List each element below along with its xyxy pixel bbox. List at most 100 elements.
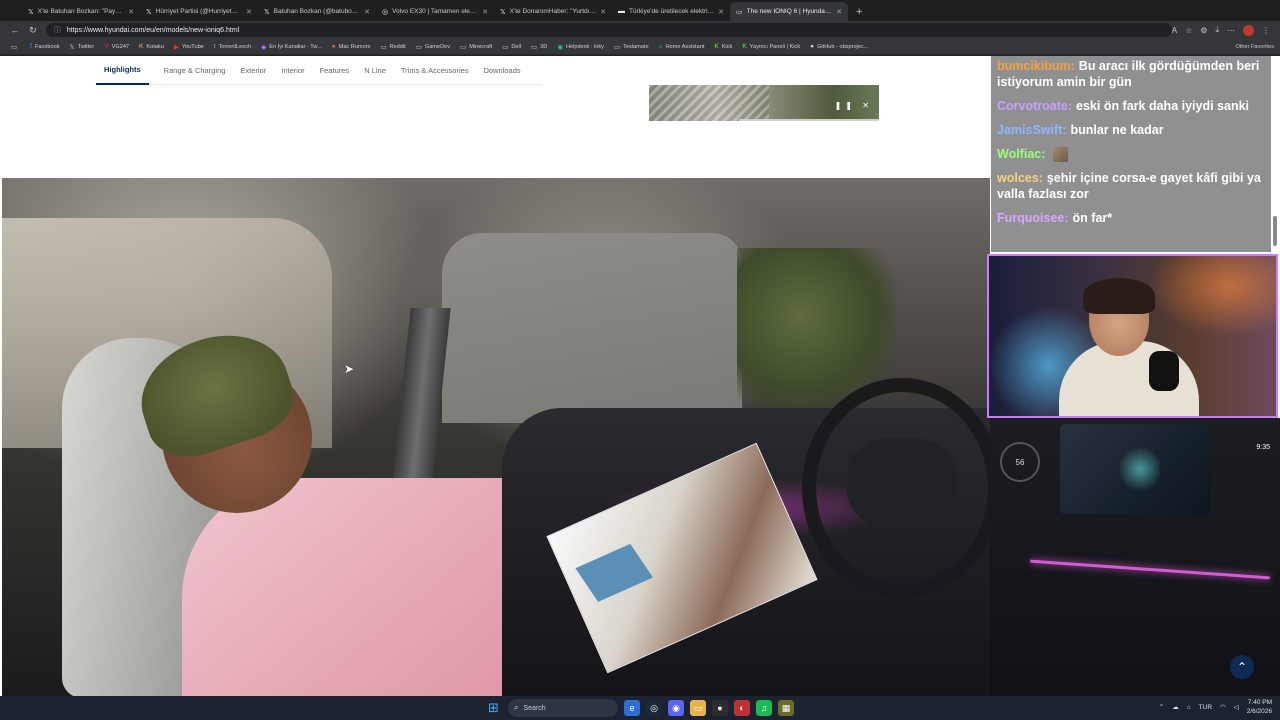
other-favorites[interactable]: Other Favorites — [1235, 44, 1280, 50]
clock[interactable]: 7:40 PM 2/6/2026 — [1247, 698, 1272, 716]
browser-tab-active[interactable]: ▭The new IONIQ 6 | Hyundai Motor...✕ — [730, 2, 848, 21]
bookmark-item[interactable]: K Yayıncı Paneli | Kick — [737, 43, 805, 50]
bookmark-label: 3D — [540, 43, 548, 50]
network-icon[interactable]: ⌂ — [1187, 704, 1191, 711]
tab-features[interactable]: Features — [320, 56, 350, 85]
wifi-icon[interactable]: ◠ — [1220, 703, 1226, 711]
scrollbar-thumb[interactable] — [1273, 216, 1277, 246]
close-icon[interactable]: ✕ — [246, 8, 252, 16]
bookmark-label: Yayıncı Paneli | Kick — [749, 43, 801, 50]
discord-icon[interactable]: ◉ — [668, 700, 684, 716]
helpdesk-icon: ◉ — [557, 43, 563, 51]
minecraft-icon[interactable]: ▦ — [778, 700, 794, 716]
cloud-icon[interactable]: ☁ — [1172, 703, 1179, 711]
file-explorer-icon[interactable]: ▭ — [690, 700, 706, 716]
model-subnav: Highlights Range & Charging Exterior Int… — [96, 56, 542, 85]
chat-username: Furquoisee: — [997, 211, 1069, 226]
folder-icon: ▭ — [460, 43, 467, 51]
back-icon[interactable]: ← — [6, 25, 24, 35]
scroll-to-top-button[interactable]: ⌃ — [1230, 655, 1254, 679]
tab-range-charging[interactable]: Range & Charging — [164, 56, 226, 85]
torrentleech-icon: t — [213, 43, 216, 50]
dashboard-clock: 9:35 — [1256, 444, 1270, 451]
bookmark-item[interactable]: K Kotaku — [134, 43, 169, 50]
taskbar-search[interactable]: ⌕ Search — [508, 699, 618, 717]
chevron-up-icon[interactable]: ⌃ — [1159, 703, 1164, 711]
bookmark-folder[interactable]: ▭ GameDev — [411, 43, 455, 51]
extensions-icon[interactable]: ⚙ — [1200, 26, 1207, 35]
browser-tab[interactable]: 𝕏 X'te DonanımHaber: "Yurtdışı... ✕ — [494, 2, 612, 21]
tab-trims-accessories[interactable]: Trims & Accessories — [401, 56, 469, 85]
close-icon[interactable]: ✕ — [482, 8, 488, 16]
bookmark-item[interactable]: ● Mac Rumors — [327, 43, 376, 50]
bookmark-folder[interactable]: ▭ 3D — [526, 43, 552, 51]
microphone — [1149, 351, 1179, 391]
download-icon[interactable]: ⤓ — [1215, 25, 1219, 35]
infotainment-screen — [1060, 424, 1210, 514]
windows-start-icon[interactable]: ⊞ — [488, 701, 502, 715]
profile-avatar[interactable] — [1243, 24, 1254, 36]
bookmark-label: Facebook — [34, 43, 60, 50]
bookmark-item[interactable]: t TorrentLeech — [209, 43, 256, 50]
tab-n-line[interactable]: N Line — [364, 56, 386, 85]
tab-interior[interactable]: Interior — [281, 56, 304, 85]
menu-icon[interactable]: ⋯ — [1227, 26, 1235, 35]
tab-highlights[interactable]: Highlights — [96, 56, 149, 85]
bookmark-folder[interactable]: ▭ Reddit — [375, 43, 410, 51]
browser-tab[interactable]: ◎Volvo EX30 | Tamamen elektrikli kü... ✕ — [376, 2, 494, 21]
close-icon[interactable]: ✕ — [600, 8, 606, 16]
github-icon: ● — [810, 43, 815, 50]
bookmark-item[interactable]: ⌂ Home Assistant — [654, 43, 710, 50]
reload-icon[interactable]: ↻ — [24, 25, 42, 36]
bookmark-label: Kotaku — [146, 43, 164, 50]
tab-exterior[interactable]: Exterior — [240, 56, 266, 85]
stream-chat: bumcikibum: Bu aracı ilk gördüğümden beri… — [991, 56, 1271, 252]
chat-username: wolces: — [997, 171, 1043, 186]
language-indicator[interactable]: TUR — [1199, 704, 1212, 711]
read-aloud-icon[interactable]: A — [1172, 26, 1177, 35]
volume-icon[interactable]: ◁ — [1234, 703, 1239, 711]
favorite-star-icon[interactable]: ☆ — [1185, 26, 1192, 35]
clock-date: 2/6/2026 — [1246, 708, 1272, 715]
bookmark-folder[interactable]: ▭ Minecraft — [455, 43, 497, 51]
steam-icon[interactable]: ◎ — [646, 700, 662, 716]
x-icon: 𝕏 — [146, 8, 152, 16]
tab-downloads[interactable]: Downloads — [484, 56, 521, 85]
bookmark-item[interactable]: K Kick — [709, 43, 737, 50]
bookmarks-menu-icon[interactable]: ▭ — [6, 43, 25, 51]
bookmark-item[interactable]: ● GitHub - obsprojec... — [805, 43, 873, 50]
site-info-icon[interactable]: ⓘ — [54, 25, 61, 35]
new-tab-button[interactable]: + — [848, 2, 870, 21]
browser-tab[interactable]: 𝕏Batuhan Bozkan (@batubozkan) / X ✕ — [258, 2, 376, 21]
obs-icon[interactable]: ● — [712, 700, 728, 716]
browser-tab[interactable]: 𝕏Hürriyet Partisi (@HurriyetPartiTR) ✕ — [140, 2, 258, 21]
bookmark-folder[interactable]: ▭ Dell — [497, 43, 526, 51]
bookmark-item[interactable]: 𝕏 Twitter — [65, 43, 100, 51]
browser-tab[interactable]: ▬ Türkiye'de üretilecek elektrikli Hyu...… — [612, 2, 730, 21]
page-scrollbar[interactable] — [1271, 56, 1279, 256]
bookmark-item[interactable]: ◆ En İyi Kanallar - Tw... — [256, 43, 326, 51]
tab-title: X'te Batuhan Bozkan: "Paypal, App... — [37, 8, 125, 15]
bookmark-item[interactable]: f Facebook — [25, 43, 64, 50]
taskbar-apps: ⊞ ⌕ Search e ◎ ◉ ▭ ● ◐ ♫ ▦ — [488, 699, 794, 717]
more-icon[interactable]: ⋮ — [1262, 26, 1270, 35]
screen-glow — [1120, 444, 1160, 494]
edge-icon[interactable]: e — [624, 700, 640, 716]
bookmark-item[interactable]: ▶ YouTube — [169, 43, 209, 51]
spotify-icon[interactable]: ♫ — [756, 700, 772, 716]
video-progress[interactable] — [739, 119, 879, 121]
tab-title: Batuhan Bozkan (@batubozkan) / X — [273, 8, 360, 15]
close-icon[interactable]: ✕ — [718, 8, 724, 16]
browser-taskbar-icon[interactable]: ◐ — [734, 700, 750, 716]
close-icon[interactable]: ✕ — [836, 8, 842, 16]
pause-icon[interactable]: ❚❚ ✕ — [835, 101, 873, 110]
bookmark-item[interactable]: ◉ Helpdesk : loky — [552, 43, 609, 51]
browser-tab[interactable]: 𝕏X'te Batuhan Bozkan: "Paypal, App...✕ — [22, 2, 140, 21]
macrumors-icon: ● — [331, 43, 336, 50]
close-icon[interactable]: ✕ — [364, 8, 370, 16]
video-thumbnail[interactable]: ❚❚ ✕ — [649, 85, 879, 121]
bookmark-item[interactable]: V VG247 — [99, 43, 134, 50]
address-bar[interactable]: ⓘ https://www.hyundai.com/eu/en/models/n… — [45, 23, 1172, 37]
bookmark-folder[interactable]: ▭ Teslamate — [609, 43, 654, 51]
close-icon[interactable]: ✕ — [128, 8, 134, 16]
